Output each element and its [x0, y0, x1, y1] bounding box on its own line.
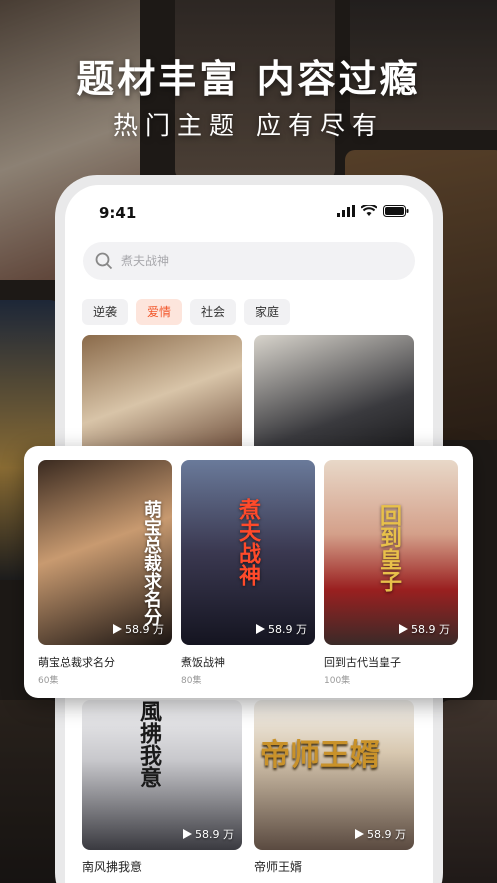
tab-shehui[interactable]: 社会	[190, 299, 237, 325]
tab-aiqing[interactable]: 爱情	[136, 299, 183, 325]
poster-title-art: 萌宝总裁求名分	[141, 500, 162, 626]
featured-episodes: 60集	[38, 676, 59, 686]
status-time: 9:41	[99, 204, 137, 222]
grid-poster-nanfeng[interactable]: 風拂我意 58.9 万	[82, 700, 242, 850]
featured-episodes: 100集	[324, 676, 351, 686]
view-count-text: 58.9 万	[195, 828, 234, 841]
play-icon	[355, 829, 364, 839]
view-count: 58.9 万	[355, 826, 406, 842]
view-count: 58.9 万	[256, 621, 307, 637]
poster-title-art: 回到皇子	[376, 504, 401, 592]
grid-poster-1[interactable]	[82, 335, 242, 455]
view-count: 58.9 万	[399, 621, 450, 637]
view-count: 58.9 万	[183, 826, 234, 842]
status-icons	[337, 205, 409, 217]
grid-poster-dishi[interactable]: 帝师王婿 58.9 万	[254, 700, 414, 850]
featured-poster-2[interactable]: 煮夫战神 58.9 万	[181, 460, 315, 645]
featured-card: 萌宝总裁求名分 58.9 万 萌宝总裁求名分 60集 煮夫战神 58.9 万 煮…	[24, 446, 473, 698]
promo-headline: 题材丰富 内容过瘾	[76, 57, 421, 101]
item-title[interactable]: 帝师王婿	[254, 858, 302, 875]
search-icon	[95, 252, 113, 270]
featured-episodes: 80集	[181, 676, 202, 686]
search-input[interactable]	[121, 254, 321, 268]
poster-title-art: 風拂我意	[136, 700, 161, 788]
tab-jiating[interactable]: 家庭	[244, 299, 291, 325]
promo-subline: 热门主题 应有尽有	[113, 111, 384, 140]
category-tabs: 逆袭 爱情 社会 家庭	[82, 299, 291, 325]
poster-title-art: 帝师王婿	[260, 738, 380, 773]
view-count-text: 58.9 万	[367, 828, 406, 841]
featured-poster-1[interactable]: 萌宝总裁求名分 58.9 万	[38, 460, 172, 645]
battery-icon	[383, 205, 409, 217]
wifi-icon	[361, 205, 377, 216]
poster-title-art: 煮夫战神	[235, 498, 260, 586]
view-count: 58.9 万	[113, 621, 164, 637]
play-icon	[256, 624, 265, 634]
play-icon	[183, 829, 192, 839]
featured-title[interactable]: 回到古代当皇子	[324, 654, 401, 670]
play-icon	[113, 624, 122, 634]
featured-poster-3[interactable]: 回到皇子 58.9 万	[324, 460, 458, 645]
view-count-text: 58.9 万	[411, 623, 450, 636]
item-title[interactable]: 南风拂我意	[82, 858, 142, 875]
signal-icon	[337, 205, 355, 217]
featured-title[interactable]: 萌宝总裁求名分	[38, 654, 115, 670]
view-count-text: 58.9 万	[268, 623, 307, 636]
search-bar[interactable]	[83, 242, 415, 280]
tab-nixi[interactable]: 逆袭	[82, 299, 129, 325]
grid-poster-2[interactable]	[254, 335, 414, 455]
play-icon	[399, 624, 408, 634]
view-count-text: 58.9 万	[125, 623, 164, 636]
featured-title[interactable]: 煮饭战神	[181, 654, 225, 670]
